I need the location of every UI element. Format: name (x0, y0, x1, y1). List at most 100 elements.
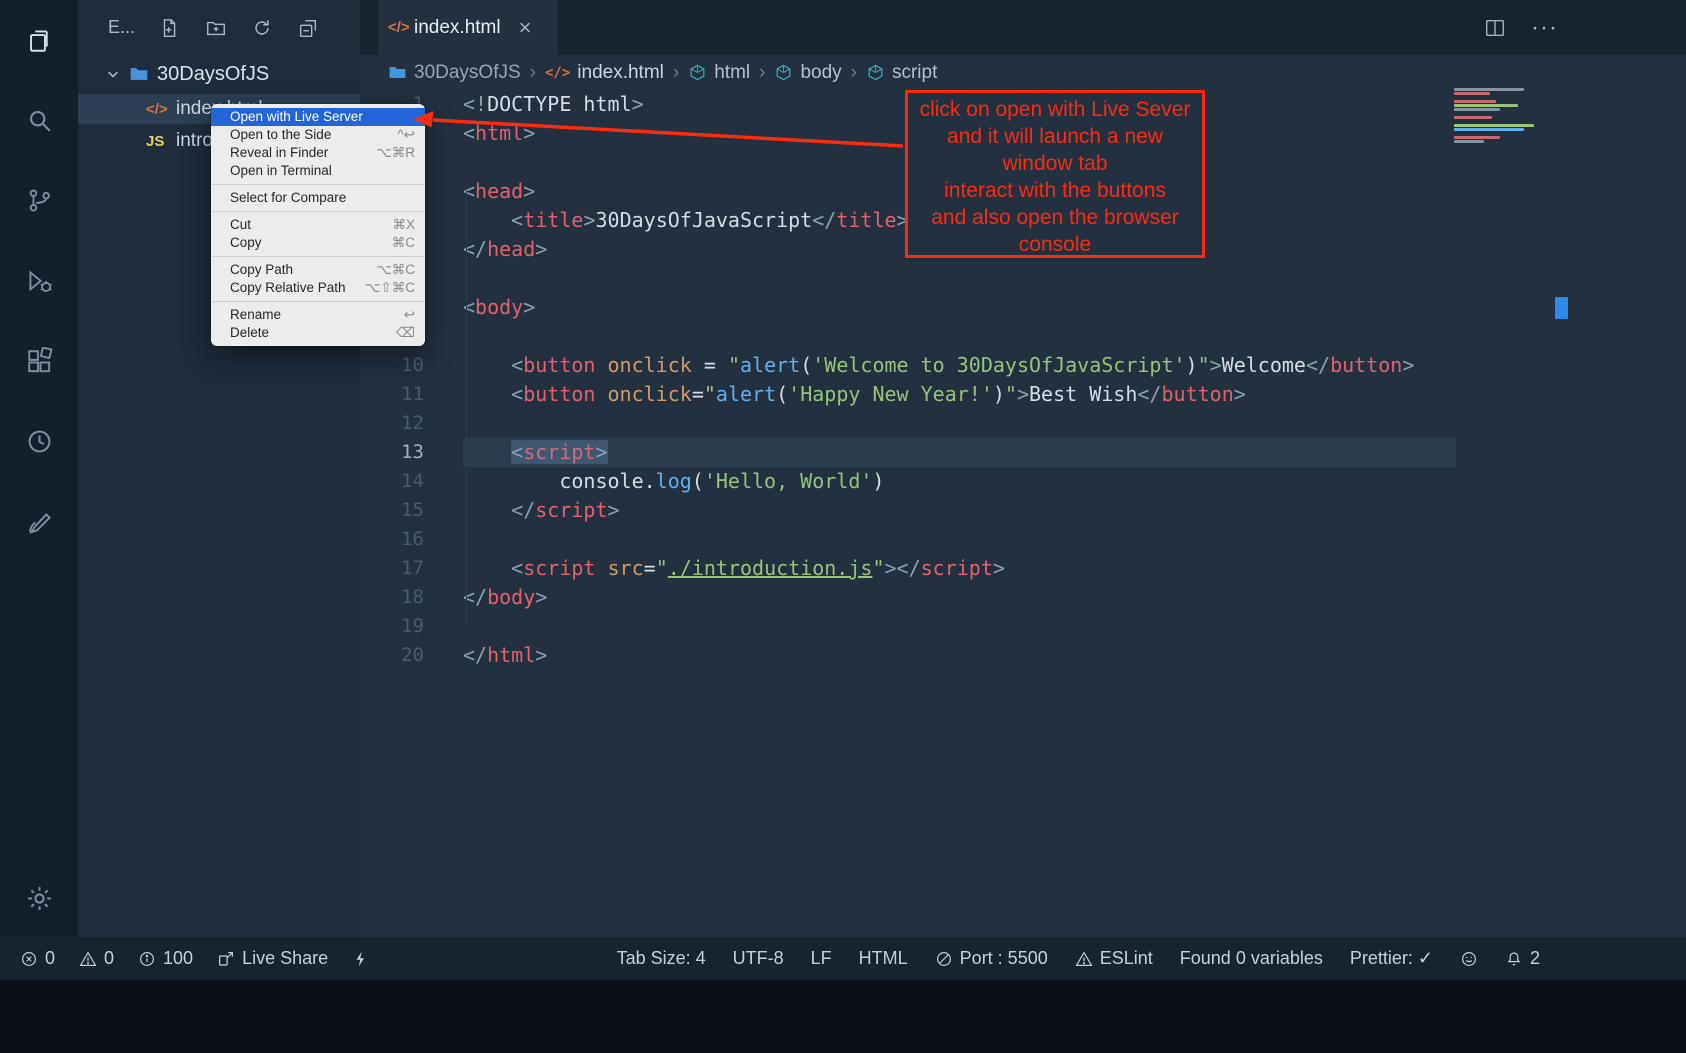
chevron-down-icon (105, 66, 121, 82)
new-folder-icon[interactable] (205, 17, 227, 39)
code-token: = (692, 382, 704, 406)
split-editor-icon[interactable] (1484, 0, 1506, 55)
problems-errors[interactable]: 0 (20, 948, 55, 969)
code-line[interactable]: 9 (360, 322, 1686, 351)
new-file-icon[interactable] (159, 17, 181, 39)
line-number[interactable]: 18 (360, 583, 424, 612)
code-line[interactable]: 17 <script src="./introduction.js"></scr… (360, 554, 1686, 583)
line-number[interactable]: 19 (360, 612, 424, 641)
prettier-status[interactable]: Prettier: ✓ (1350, 948, 1433, 969)
line-number[interactable]: 12 (360, 409, 424, 438)
breadcrumb-symbol-html[interactable]: html (688, 62, 750, 84)
code-line[interactable]: 7 (360, 264, 1686, 293)
minimap[interactable] (1454, 88, 1546, 140)
code-line[interactable]: 11 <button onclick="alert('Happy New Yea… (360, 380, 1686, 409)
breadcrumb-file[interactable]: </> index.html (545, 62, 664, 84)
minimap-line (1454, 128, 1524, 131)
live-share-button[interactable]: Live Share (217, 948, 328, 969)
eol-indicator[interactable]: LF (811, 948, 832, 969)
live-server-port[interactable]: Port : 5500 (935, 948, 1048, 969)
line-number[interactable]: 17 (360, 554, 424, 583)
tab-size-indicator[interactable]: Tab Size: 4 (617, 948, 706, 969)
menu-item[interactable]: Rename↩ (211, 306, 425, 324)
code-line[interactable]: 18</body> (360, 583, 1686, 612)
menu-item[interactable]: Copy Path⌥⌘C (211, 261, 425, 279)
folder-icon (388, 63, 407, 82)
line-number[interactable]: 15 (360, 496, 424, 525)
code-line[interactable]: 12 (360, 409, 1686, 438)
code-token: onclick (608, 382, 692, 406)
breadcrumb-label: body (800, 62, 841, 84)
line-number[interactable]: 11 (360, 380, 424, 409)
code-line[interactable]: 20</html> (360, 641, 1686, 670)
search-icon[interactable] (0, 80, 78, 160)
line-number[interactable]: 14 (360, 467, 424, 496)
notification-count: 2 (1530, 948, 1540, 969)
menu-item[interactable]: Reveal in Finder⌥⌘R (211, 144, 425, 162)
context-menu-items: Open with Live ServerOpen to the Side^↩R… (211, 108, 425, 342)
code-token: " (1005, 382, 1017, 406)
line-number[interactable]: 10 (360, 351, 424, 380)
code-line[interactable]: 14 console.log('Hello, World') (360, 467, 1686, 496)
code-token: > (583, 208, 595, 232)
eslint-status[interactable]: ESLint (1075, 948, 1153, 969)
menu-item[interactable]: Open in Terminal (211, 162, 425, 180)
breadcrumb-symbol-script[interactable]: script (866, 62, 937, 84)
html-file-icon: </> (388, 19, 414, 36)
code-token: " (728, 353, 740, 377)
explorer-icon[interactable] (0, 0, 78, 80)
run-debug-icon[interactable] (0, 241, 78, 321)
code-token: > (1234, 382, 1246, 406)
menu-item[interactable]: Select for Compare (211, 189, 425, 207)
breadcrumb-folder[interactable]: 30DaysOfJS (388, 62, 521, 84)
code-token: ( (800, 353, 812, 377)
language-indicator[interactable]: HTML (859, 948, 908, 969)
problems-warnings[interactable]: 0 (79, 948, 114, 969)
code-line[interactable]: 19 (360, 612, 1686, 641)
extensions-icon[interactable] (0, 321, 78, 401)
more-actions-icon[interactable]: ··· (1531, 0, 1558, 55)
menu-item[interactable]: Cut⌘X (211, 216, 425, 234)
breadcrumb-label: 30DaysOfJS (414, 62, 521, 84)
refresh-icon[interactable] (251, 17, 273, 39)
code-line[interactable]: 10 <button onclick = "alert('Welcome to … (360, 351, 1686, 380)
pen-icon[interactable] (0, 481, 78, 561)
line-number[interactable]: 20 (360, 641, 424, 670)
variables-status[interactable]: Found 0 variables (1180, 948, 1323, 969)
menu-item[interactable]: Copy Relative Path⌥⇧⌘C (211, 279, 425, 297)
code-line[interactable]: 8<body> (360, 293, 1686, 322)
breadcrumb-label: script (892, 62, 937, 84)
tab-index-html[interactable]: </> index.html × (378, 0, 558, 55)
code-text: <script src="./introduction.js"></script… (463, 554, 1005, 583)
menu-item-label: Rename (230, 306, 390, 324)
code-token: > (523, 295, 535, 319)
line-number[interactable]: 16 (360, 525, 424, 554)
code-line[interactable]: 16 (360, 525, 1686, 554)
encoding-indicator[interactable]: UTF-8 (733, 948, 784, 969)
scrollbar-marker (1555, 297, 1568, 319)
annotation-line: window tab (908, 150, 1202, 177)
code-line[interactable]: 15 </script> (360, 496, 1686, 525)
collapse-all-icon[interactable] (297, 17, 319, 39)
menu-item[interactable]: Copy⌘C (211, 234, 425, 252)
code-token: < (463, 295, 475, 319)
source-control-icon[interactable] (0, 160, 78, 240)
menu-item[interactable]: Delete⌫ (211, 324, 425, 342)
close-icon[interactable]: × (519, 17, 532, 39)
menu-item[interactable]: Open with Live Server (211, 108, 425, 126)
breadcrumb-symbol-body[interactable]: body (774, 62, 841, 84)
clock-icon[interactable] (0, 401, 78, 481)
line-number[interactable]: 13 (360, 438, 424, 467)
settings-gear-icon[interactable] (0, 858, 78, 938)
menu-item[interactable]: Open to the Side^↩ (211, 126, 425, 144)
notifications-bell[interactable]: 2 (1505, 948, 1540, 969)
code-text: <head> (463, 177, 535, 206)
bell-icon (1505, 950, 1523, 968)
problems-infos[interactable]: 100 (138, 948, 193, 969)
menu-separator (212, 301, 424, 302)
bolt-icon[interactable] (352, 950, 370, 968)
feedback-smiley-icon[interactable] (1460, 950, 1478, 968)
code-token (463, 498, 511, 522)
code-token: title (836, 208, 896, 232)
folder-row-30daysofjs[interactable]: 30DaysOfJS (78, 58, 360, 90)
